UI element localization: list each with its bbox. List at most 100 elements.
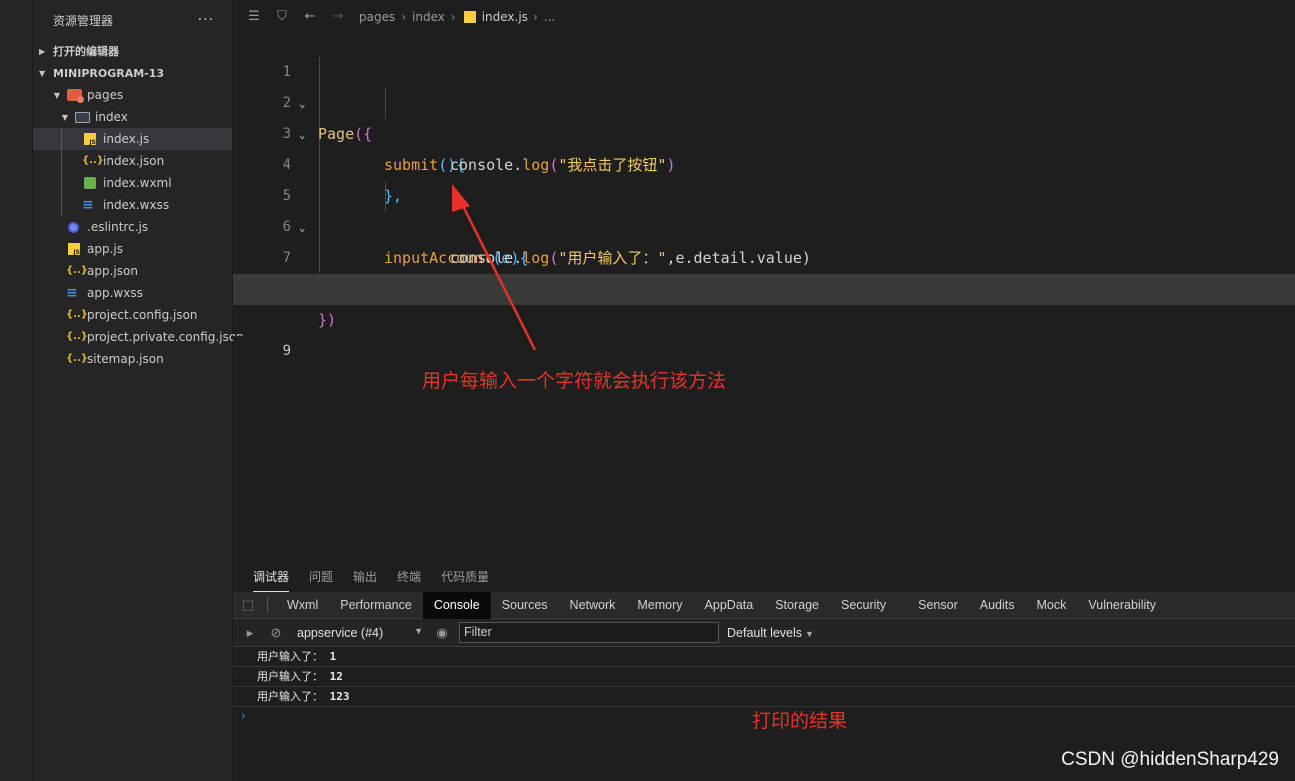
tree-item-eslintrc[interactable]: .eslintrc.js <box>33 216 232 238</box>
devtools-tab-memory[interactable]: Memory <box>626 592 693 619</box>
tree-item-label: pages <box>87 88 124 102</box>
devtools-tab-wxml[interactable]: Wxml <box>276 592 329 619</box>
devtools-tab-audits[interactable]: Audits <box>969 592 1026 619</box>
explorer-title: 资源管理器 <box>53 13 114 28</box>
tab-code-quality[interactable]: 代码质量 <box>441 562 489 592</box>
tree-item-label: index.js <box>103 132 150 146</box>
log-levels-label: Default levels <box>727 625 803 640</box>
breadcrumb-symbols[interactable]: ... <box>544 10 555 24</box>
sidebar-toggle-icon[interactable]: ▸ <box>237 625 263 641</box>
tree-item-index-folder[interactable]: ▼ index <box>33 106 232 128</box>
code-editor[interactable]: 1 ⌄ Page({ 2 ⌄ submit(){ 3 console.log("… <box>233 26 1295 367</box>
tree-item-project-config[interactable]: {..} project.config.json <box>33 304 232 326</box>
code-line-active: 9 <box>233 274 1295 367</box>
console-filter-input[interactable]: Filter <box>459 622 719 643</box>
tab-terminal[interactable]: 终端 <box>397 562 421 592</box>
code-line: 4 }, <box>233 119 1295 205</box>
tree-item-app-js[interactable]: app.js <box>33 238 232 260</box>
explorer-header: 资源管理器 ··· <box>33 0 232 40</box>
console-message: 用户输入了： 123 <box>233 687 1295 707</box>
project-section[interactable]: ▼ MINIPROGRAM-13 <box>33 62 232 84</box>
tree-item-index-js[interactable]: index.js <box>33 128 232 150</box>
devtools-tab-security[interactable]: Security <box>830 592 897 619</box>
context-select[interactable]: appservice (#4) ▼ <box>289 626 429 640</box>
devtools-tab-sensor[interactable]: Sensor <box>907 592 969 619</box>
tree-indent-guide <box>61 128 62 216</box>
tree-item-label: app.wxss <box>87 286 143 300</box>
watermark: CSDN @hiddenSharp429 <box>1061 749 1279 770</box>
tree-item-app-json[interactable]: {..} app.json <box>33 260 232 282</box>
tab-problems[interactable]: 问题 <box>309 562 333 592</box>
console-message-value: 1 <box>329 650 337 663</box>
wxss-file-icon: ≡ <box>66 285 78 301</box>
outline-list-icon[interactable]: ☰ <box>243 9 265 24</box>
bookmark-icon[interactable]: ⛉ <box>271 9 293 24</box>
console-message-label: 用户输入了： <box>257 650 323 663</box>
console-message: 用户输入了： 1 <box>233 647 1295 667</box>
js-file-icon <box>68 243 80 256</box>
code-line: 6 console.log("用户输入了：",e.detail.value) <box>233 181 1295 267</box>
console-message-value: 123 <box>329 690 350 703</box>
breadcrumb-file[interactable]: index.js <box>482 10 528 24</box>
live-expression-eye-icon[interactable]: ◉ <box>429 625 455 641</box>
inspect-element-icon[interactable]: ⬚ <box>233 597 263 613</box>
console-message-value: 12 <box>329 670 343 683</box>
chevron-down-icon: ▼ <box>53 90 61 100</box>
open-editors-section[interactable]: ▶ 打开的编辑器 <box>33 40 232 62</box>
more-actions-icon[interactable]: ··· <box>198 12 214 28</box>
back-arrow-icon[interactable]: ← <box>299 9 321 24</box>
chevron-down-icon: ▼ <box>39 68 46 78</box>
folder-pages-icon <box>67 89 84 103</box>
json-file-icon: {..} <box>66 331 88 342</box>
console-toolbar: ▸ ⊘ appservice (#4) ▼ ◉ Filter Default l… <box>233 619 1295 647</box>
forward-arrow-icon[interactable]: → <box>327 9 349 24</box>
explorer-sidebar: 资源管理器 ··· ▶ 打开的编辑器 ▼ MINIPROGRAM-13 ▼ pa… <box>33 0 244 781</box>
js-file-icon <box>463 10 476 23</box>
devtools-tab-storage[interactable]: Storage <box>764 592 830 619</box>
tree-item-label: app.json <box>87 264 138 278</box>
console-message-label: 用户输入了： <box>257 690 323 703</box>
tree-item-label: index <box>95 110 128 124</box>
tree-item-label: project.private.config.json <box>87 330 244 344</box>
tree-item-label: index.json <box>103 154 165 168</box>
tree-item-label: index.wxml <box>103 176 172 190</box>
console-annotation: 打印的结果 <box>752 710 848 732</box>
devtools-tabbar: ⬚ Wxml Performance Console Sources Netwo… <box>233 591 1295 619</box>
tab-output[interactable]: 输出 <box>353 562 377 592</box>
chevron-right-icon: ▶ <box>39 46 46 56</box>
breadcrumb-pages[interactable]: pages <box>359 10 395 24</box>
divider <box>267 597 268 613</box>
code-line: 8 }) <box>233 243 1295 329</box>
tree-item-project-private-config[interactable]: {..} project.private.config.json <box>33 326 244 348</box>
clear-console-icon[interactable]: ⊘ <box>263 625 289 641</box>
devtools-tab-appdata[interactable]: AppData <box>694 592 765 619</box>
dropdown-caret-icon: ▼ <box>805 628 814 639</box>
folder-open-icon <box>75 111 90 123</box>
tree-item-label: project.config.json <box>87 308 198 322</box>
code-line: 7 } <box>233 212 1295 298</box>
tree-item-index-json[interactable]: {..} index.json <box>33 150 232 172</box>
devtools-tab-console[interactable]: Console <box>422 591 491 619</box>
devtools-tab-vulnerability[interactable]: Vulnerability <box>1077 592 1167 619</box>
tree-item-pages[interactable]: ▼ pages <box>33 84 232 106</box>
tree-item-index-wxss[interactable]: ≡ index.wxss <box>33 194 232 216</box>
editor-annotation: 用户每输入一个字符就会执行该方法 <box>422 370 727 392</box>
eslint-file-icon <box>68 221 79 233</box>
json-file-icon: {..} <box>66 265 88 276</box>
log-levels-dropdown[interactable]: Default levels ▼ <box>727 626 814 640</box>
tab-debugger[interactable]: 调试器 <box>253 562 290 592</box>
devtools-tab-mock[interactable]: Mock <box>1026 592 1078 619</box>
code-line: 5 ⌄ inputAccount(e){ <box>233 150 1295 267</box>
devtools-tab-sources[interactable]: Sources <box>491 592 559 619</box>
open-editors-label: 打开的编辑器 <box>53 45 119 58</box>
current-line-highlight <box>318 274 1295 305</box>
tree-item-index-wxml[interactable]: index.wxml <box>33 172 232 194</box>
breadcrumb-index[interactable]: index <box>412 10 445 24</box>
json-file-icon: {..} <box>66 353 88 364</box>
tree-item-sitemap[interactable]: {..} sitemap.json <box>33 348 232 370</box>
devtools-tab-performance[interactable]: Performance <box>329 592 423 619</box>
devtools-tab-network[interactable]: Network <box>559 592 627 619</box>
breadcrumb-separator-icon: › <box>450 9 456 24</box>
line-number: 9 <box>233 336 291 367</box>
tree-item-app-wxss[interactable]: ≡ app.wxss <box>33 282 232 304</box>
